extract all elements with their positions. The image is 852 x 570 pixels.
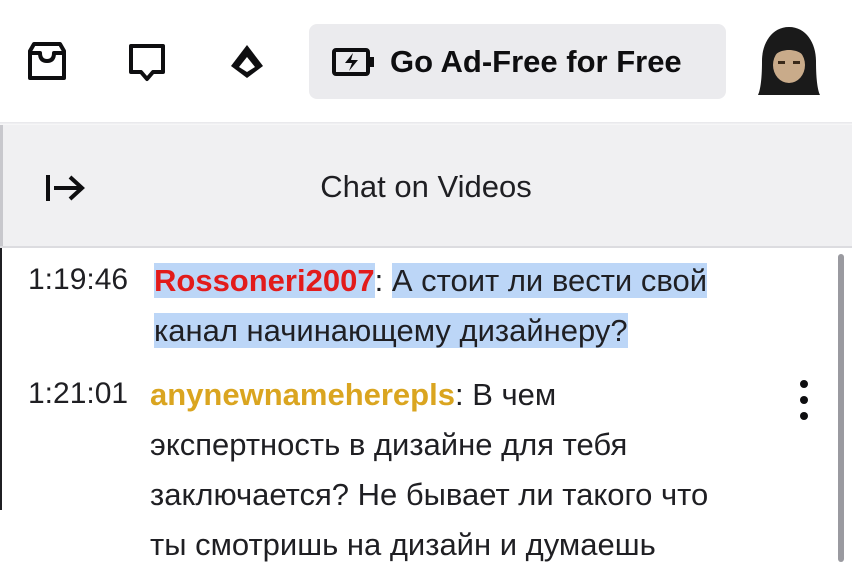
message-separator: : — [454, 377, 464, 412]
message-separator: : — [374, 263, 384, 298]
message-text: В чем — [472, 377, 557, 412]
prime-crown-icon — [231, 45, 263, 78]
message-text: ты смотришь на дизайн и думаешь — [150, 527, 656, 562]
go-ad-free-label: Go Ad-Free for Free — [390, 43, 682, 79]
inbox-button[interactable] — [25, 40, 69, 84]
more-vertical-icon-dot — [800, 412, 808, 420]
more-vertical-icon-dot — [800, 396, 808, 404]
chat-message: anynewnameherepls: В чем — [150, 370, 790, 420]
go-ad-free-button[interactable]: Go Ad-Free for Free — [309, 24, 726, 99]
message-text: А стоит ли вести свой — [391, 263, 708, 298]
whispers-button[interactable] — [125, 40, 169, 84]
chat-message-continued: канал начинающему дизайнеру? — [154, 306, 628, 356]
message-text: заключается? Не бывает ли такого что — [150, 477, 709, 512]
chat-title: Chat on Videos — [320, 169, 532, 204]
chat-message: Rossoneri2007: А стоит ли вести свой — [154, 256, 794, 306]
whispers-icon — [129, 44, 165, 81]
battery-bolt-icon — [332, 40, 376, 84]
message-author[interactable]: Rossoneri2007 — [154, 263, 375, 298]
message-text: канал начинающему дизайнеру? — [154, 313, 628, 348]
user-avatar[interactable] — [758, 25, 820, 97]
more-vertical-icon — [800, 380, 808, 388]
message-author[interactable]: anynewnameherepls — [150, 377, 455, 412]
message-timestamp[interactable]: 1:19:46 — [28, 263, 128, 297]
chat-left-border — [0, 248, 2, 510]
message-more-options-button[interactable] — [791, 380, 817, 420]
message-text: экспертность в дизайне для тебя — [150, 427, 628, 462]
prime-button[interactable] — [225, 40, 269, 84]
inbox-icon — [28, 42, 66, 80]
message-timestamp[interactable]: 1:21:01 — [28, 377, 128, 411]
chat-scrollbar[interactable] — [838, 254, 844, 562]
